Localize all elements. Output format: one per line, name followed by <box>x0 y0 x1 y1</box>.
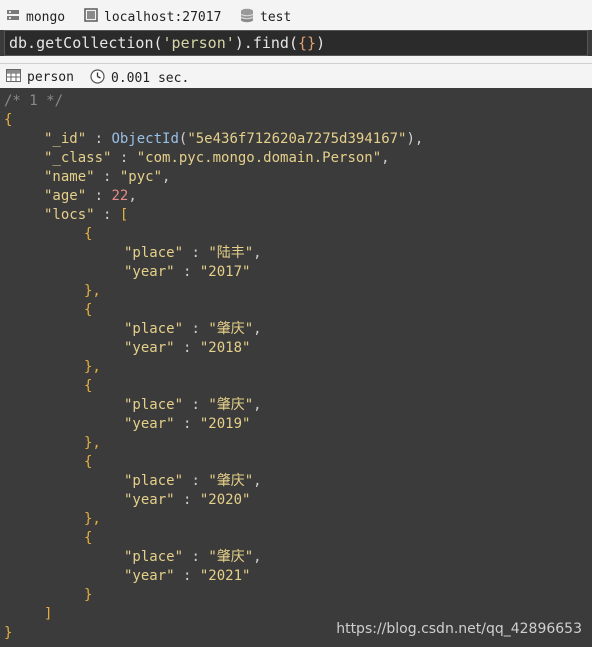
query-middle: ).find( <box>234 34 298 52</box>
loc-place-line: "place" : "肇庆", <box>124 321 262 337</box>
loc-year-value: "2019" <box>199 416 251 432</box>
loc-open-brace: { <box>84 378 93 394</box>
loc-close-brace: } <box>84 587 93 603</box>
loc-year-value: "2021" <box>199 568 251 584</box>
field-name-line: "name" : "pyc", <box>44 169 171 185</box>
loc-key-place: "place" <box>124 397 184 413</box>
doc-close-brace: } <box>4 625 13 641</box>
loc-key-year: "year" <box>124 340 175 356</box>
field-key-age: "age" <box>44 188 87 204</box>
field-name-value: "pyc" <box>119 169 163 185</box>
document-index-comment: /* 1 */ <box>4 93 64 109</box>
loc-place-line: "place" : "陆丰", <box>124 245 262 261</box>
result-collection[interactable]: person <box>6 69 74 86</box>
query-collection-arg: 'person' <box>162 34 235 52</box>
field-key-class: "_class" <box>44 150 112 166</box>
loc-year-value: "2017" <box>199 264 251 280</box>
host-icon <box>84 8 98 26</box>
server-icon <box>6 8 20 26</box>
loc-open-brace: { <box>84 454 93 470</box>
query-suffix: ) <box>316 34 326 52</box>
loc-place-value: "肇庆" <box>208 397 254 413</box>
loc-close-brace: }, <box>84 435 101 451</box>
loc-place-value: "肇庆" <box>208 321 254 337</box>
query-input[interactable]: db.getCollection('person').find({}) <box>4 30 588 56</box>
field-key-id: "_id" <box>44 131 87 147</box>
query-filter: {} <box>298 34 317 52</box>
server-label: localhost:27017 <box>104 9 222 25</box>
result-info-bar: person 0.001 sec. <box>0 63 592 88</box>
breadcrumb-server[interactable]: localhost:27017 <box>84 8 221 26</box>
field-key-name: "name" <box>44 169 95 185</box>
result-collection-label: person <box>27 70 74 85</box>
loc-year-line: "year" : "2019" <box>124 416 251 432</box>
loc-year-value: "2018" <box>199 340 251 356</box>
loc-close-brace: }, <box>84 511 101 527</box>
field-age-value: 22 <box>111 188 129 204</box>
loc-year-value: "2020" <box>199 492 251 508</box>
loc-place-line: "place" : "肇庆", <box>124 549 262 565</box>
loc-key-year: "year" <box>124 492 175 508</box>
loc-key-year: "year" <box>124 416 175 432</box>
loc-year-line: "year" : "2021" <box>124 568 251 584</box>
field-id-func: ObjectId <box>111 131 179 147</box>
db-type-label: mongo <box>26 9 66 25</box>
loc-place-value: "肇庆" <box>208 549 254 565</box>
result-elapsed: 0.001 sec. <box>90 69 189 88</box>
loc-key-place: "place" <box>124 321 184 337</box>
loc-place-line: "place" : "肇庆", <box>124 397 262 413</box>
loc-open-brace: { <box>84 530 93 546</box>
database-icon <box>240 8 254 27</box>
loc-place-value: "陆丰" <box>208 245 254 261</box>
loc-year-line: "year" : "2020" <box>124 492 251 508</box>
loc-close-brace: }, <box>84 283 101 299</box>
loc-place-line: "place" : "肇庆", <box>124 473 262 489</box>
database-label: test <box>260 10 292 25</box>
field-id-value: "5e436f712620a7275d394167" <box>187 131 407 147</box>
locs-close-bracket: ] <box>44 606 53 622</box>
loc-close-brace: }, <box>84 359 101 375</box>
field-class-line: "_class" : "com.pyc.mongo.domain.Person"… <box>44 150 390 166</box>
field-class-value: "com.pyc.mongo.domain.Person" <box>136 150 382 166</box>
loc-year-line: "year" : "2018" <box>124 340 251 356</box>
field-key-locs: "locs" <box>44 207 95 223</box>
doc-open-brace: { <box>4 112 13 128</box>
field-id-line: "_id" : ObjectId("5e436f712620a7275d3941… <box>44 131 424 147</box>
breadcrumb-database[interactable]: test <box>240 8 291 27</box>
watermark-text: https://blog.csdn.net/qq_42896653 <box>336 621 582 637</box>
result-json-view[interactable]: /* 1 */ { "_id" : ObjectId("5e436f712620… <box>0 88 592 647</box>
loc-open-brace: { <box>84 302 93 318</box>
table-icon <box>6 69 21 86</box>
field-locs-line: "locs" : [ <box>44 207 129 223</box>
loc-open-brace: { <box>84 226 93 242</box>
clock-icon <box>90 69 105 88</box>
loc-year-line: "year" : "2017" <box>124 264 251 280</box>
loc-place-value: "肇庆" <box>208 473 254 489</box>
elapsed-time-label: 0.001 sec. <box>111 71 190 86</box>
breadcrumb-db-type[interactable]: mongo <box>6 8 65 26</box>
connection-breadcrumb: mongo localhost:27017 test <box>0 0 592 30</box>
loc-key-place: "place" <box>124 245 184 261</box>
loc-key-year: "year" <box>124 264 175 280</box>
loc-key-year: "year" <box>124 568 175 584</box>
loc-key-place: "place" <box>124 473 184 489</box>
query-prefix: db.getCollection( <box>9 34 163 52</box>
field-age-line: "age" : 22, <box>44 188 137 204</box>
toolbar-spacer <box>0 56 592 63</box>
loc-key-place: "place" <box>124 549 184 565</box>
